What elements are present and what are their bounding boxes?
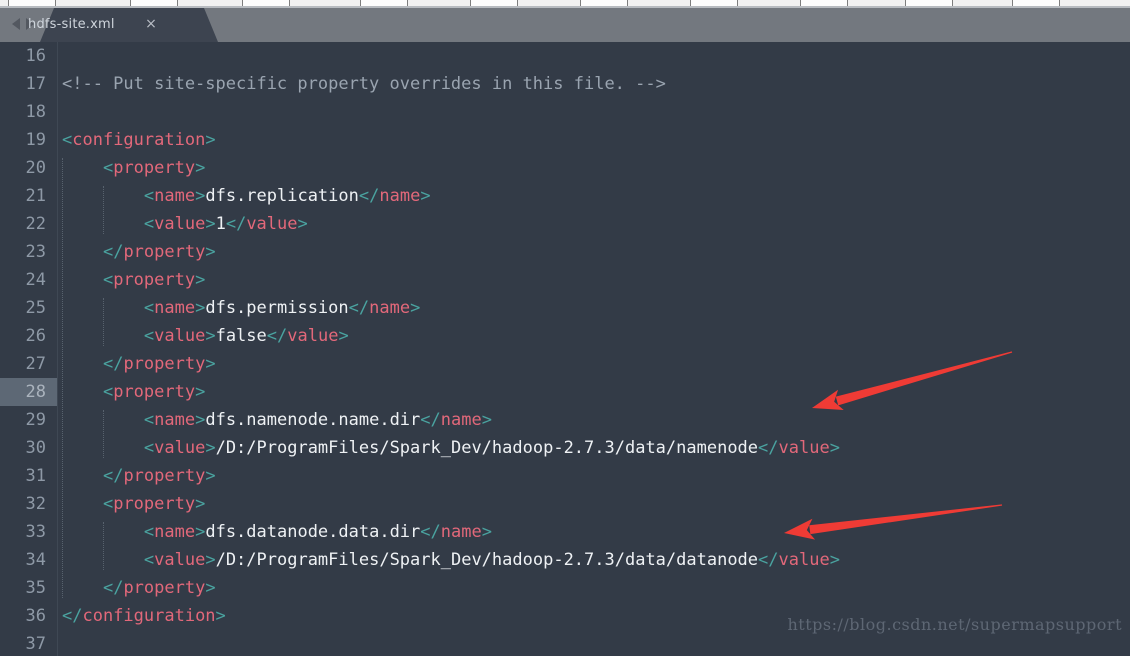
line-number: 19	[25, 130, 46, 150]
watermark-text: https://blog.csdn.net/supermapsupport	[787, 615, 1122, 634]
line-number: 16	[25, 46, 46, 66]
line-number: 32	[25, 494, 46, 514]
code-line[interactable]: 22 <value>1</value>	[0, 210, 1130, 238]
code-text: </property>	[102, 354, 216, 374]
code-text: <name>dfs.replication</name>	[143, 186, 431, 206]
line-number: 17	[25, 74, 46, 94]
code-line[interactable]: 29 <name>dfs.namenode.name.dir</name>	[0, 406, 1130, 434]
line-number: 31	[25, 466, 46, 486]
code-text: <!-- Put site-specific property override…	[62, 74, 666, 94]
code-text: <property>	[102, 158, 206, 178]
code-line[interactable]: 17 <!-- Put site-specific property overri…	[0, 70, 1130, 98]
code-line[interactable]: 21 <name>dfs.replication</name>	[0, 182, 1130, 210]
code-line[interactable]: 24 <property>	[0, 266, 1130, 294]
indent-guide	[102, 522, 105, 570]
line-number: 29	[25, 410, 46, 430]
code-text: <property>	[102, 382, 206, 402]
line-number: 18	[25, 102, 46, 122]
code-text: <property>	[102, 494, 206, 514]
indent-guide	[102, 410, 105, 458]
line-number: 34	[25, 550, 46, 570]
line-number: 24	[25, 270, 46, 290]
code-line[interactable]: 27 </property>	[0, 350, 1130, 378]
code-line[interactable]: 25 <name>dfs.permission</name>	[0, 294, 1130, 322]
code-line[interactable]: 33 <name>dfs.datanode.data.dir</name>	[0, 518, 1130, 546]
editor-window: hdfs-site.xml × 16 17 <!-- Put site-specif…	[0, 0, 1130, 656]
line-number: 37	[25, 634, 46, 654]
code-text: <value>/D:/ProgramFiles/Spark_Dev/hadoop…	[143, 550, 840, 570]
toolbar-strip	[0, 0, 1130, 8]
code-text: <value>1</value>	[143, 214, 308, 234]
code-line[interactable]: 31 </property>	[0, 462, 1130, 490]
line-number: 30	[25, 438, 46, 458]
indent-guide	[62, 158, 64, 598]
tab-bar: hdfs-site.xml ×	[0, 8, 1130, 42]
line-number: 21	[25, 186, 46, 206]
code-line[interactable]: 23 </property>	[0, 238, 1130, 266]
code-line[interactable]: 32 <property>	[0, 490, 1130, 518]
code-editor[interactable]: 16 17 <!-- Put site-specific property over…	[0, 42, 1130, 656]
code-text: </configuration>	[62, 606, 226, 626]
code-text: <property>	[102, 270, 206, 290]
indent-guide	[102, 186, 105, 234]
code-line[interactable]: 34 <value>/D:/ProgramFiles/Spark_Dev/had…	[0, 546, 1130, 574]
code-line-list: 16 17 <!-- Put site-specific property over…	[0, 42, 1130, 656]
code-line[interactable]: 30 <value>/D:/ProgramFiles/Spark_Dev/had…	[0, 434, 1130, 462]
triangle-left-icon[interactable]	[12, 18, 20, 30]
code-text: <value>false</value>	[143, 326, 349, 346]
code-text: <configuration>	[62, 130, 216, 150]
code-text: </property>	[102, 578, 216, 598]
tab-label: hdfs-site.xml	[28, 17, 115, 32]
code-text: <name>dfs.datanode.data.dir</name>	[143, 522, 492, 542]
line-number: 25	[25, 298, 46, 318]
code-line[interactable]: 19 <configuration>	[0, 126, 1130, 154]
line-number: 22	[25, 214, 46, 234]
line-number: 35	[25, 578, 46, 598]
code-line[interactable]: 26 <value>false</value>	[0, 322, 1130, 350]
code-text: </property>	[102, 466, 216, 486]
code-text: <value>/D:/ProgramFiles/Spark_Dev/hadoop…	[143, 438, 840, 458]
code-text: <name>dfs.permission</name>	[143, 298, 421, 318]
code-line[interactable]: 28 <property>	[0, 378, 1130, 406]
code-line[interactable]: 35 </property>	[0, 574, 1130, 602]
line-number: 20	[25, 158, 46, 178]
line-number: 36	[25, 606, 46, 626]
line-number: 28	[25, 382, 46, 402]
code-line[interactable]: 20 <property>	[0, 154, 1130, 182]
code-text: </property>	[102, 242, 216, 262]
code-line[interactable]: 18	[0, 98, 1130, 126]
line-number: 33	[25, 522, 46, 542]
line-number: 23	[25, 242, 46, 262]
indent-guide	[102, 298, 105, 346]
code-text: <name>dfs.namenode.name.dir</name>	[143, 410, 492, 430]
code-line[interactable]: 16	[0, 42, 1130, 70]
line-number: 26	[25, 326, 46, 346]
line-number: 27	[25, 354, 46, 374]
close-icon[interactable]: ×	[143, 16, 159, 32]
